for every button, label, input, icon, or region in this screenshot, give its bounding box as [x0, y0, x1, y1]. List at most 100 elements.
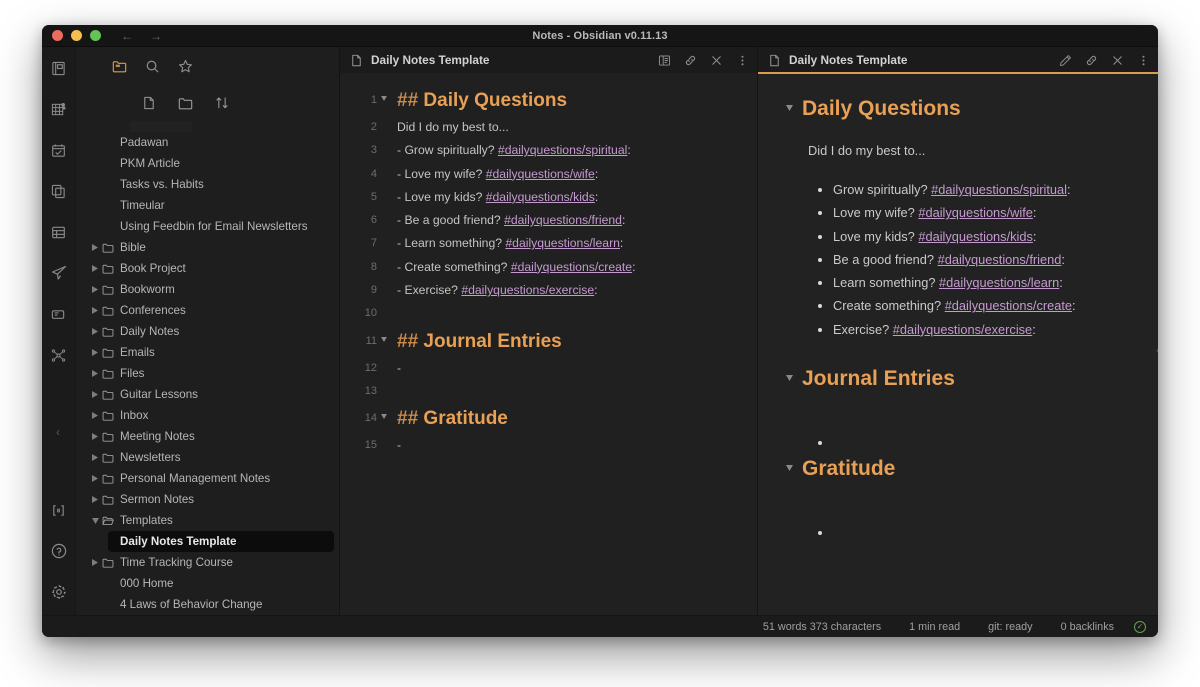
folder-icon[interactable] [112, 59, 127, 74]
heading-collapse-icon[interactable] [786, 105, 802, 113]
tree-file-timeular[interactable]: Timeular [76, 195, 339, 216]
editor-line[interactable]: 3 - Grow spiritually? #dailyquestions/spi… [340, 139, 757, 162]
file-tree[interactable]: Padawan PKM Article Tasks vs. Habits Timeul… [76, 117, 339, 615]
inline-tag[interactable]: #dailyquestions/spiritual [931, 182, 1067, 197]
editor-line[interactable]: 5 - Love my kids? #dailyquestions/kids: [340, 186, 757, 209]
editor-line[interactable]: 10 [340, 302, 757, 325]
minimize-window-button[interactable] [71, 30, 82, 41]
folder-twisty-icon[interactable] [88, 433, 102, 440]
inline-tag[interactable]: #dailyquestions/wife [918, 205, 1033, 220]
tree-folder-personal-management-notes[interactable]: Personal Management Notes [76, 468, 339, 489]
editor-line[interactable]: 15 - [340, 434, 757, 457]
tree-folder-bible[interactable]: Bible [76, 237, 339, 258]
tree-file-4-laws-of-behavior-change[interactable]: 4 Laws of Behavior Change [76, 594, 339, 615]
tree-file-000-home[interactable]: 000 Home [76, 573, 339, 594]
editor-content[interactable]: 1 ## Daily Questions 2 Did I do my best to.… [340, 73, 757, 615]
back-arrow-icon[interactable]: ← [121, 30, 133, 42]
backlink-count[interactable]: 0 backlinks [1047, 621, 1128, 633]
search-icon[interactable] [145, 59, 160, 74]
tree-folder-daily-notes[interactable]: Daily Notes [76, 321, 339, 342]
inline-tag[interactable]: #dailyquestions/kids [918, 229, 1033, 244]
folder-twisty-icon[interactable] [88, 559, 102, 566]
editor-line[interactable]: 11 ## Journal Entries [340, 326, 757, 357]
inline-tag[interactable]: #dailyquestions/learn [505, 236, 620, 250]
new-note-icon[interactable] [142, 96, 156, 110]
folder-twisty-icon[interactable] [88, 391, 102, 398]
tree-file-padawan[interactable]: Padawan [76, 132, 339, 153]
folder-twisty-icon[interactable] [88, 349, 102, 356]
open-vault-icon[interactable] [48, 57, 70, 79]
heading-collapse-icon[interactable] [786, 465, 802, 473]
folder-twisty-icon[interactable] [88, 244, 102, 251]
tree-file-pkm-article[interactable]: PKM Article [76, 153, 339, 174]
fold-arrow-icon[interactable] [380, 326, 390, 357]
tree-folder-inbox[interactable]: Inbox [76, 405, 339, 426]
link-icon[interactable] [1085, 54, 1098, 67]
close-icon[interactable] [710, 54, 723, 67]
link-icon[interactable] [684, 54, 697, 67]
more-options-icon[interactable] [736, 54, 749, 67]
help-icon[interactable] [48, 540, 70, 562]
tree-folder-sermon-notes[interactable]: Sermon Notes [76, 489, 339, 510]
tree-folder-conferences[interactable]: Conferences [76, 300, 339, 321]
tree-folder-time-tracking-course[interactable]: Time Tracking Course [76, 552, 339, 573]
inline-tag[interactable]: #dailyquestions/create [511, 260, 632, 274]
preview-mode-icon[interactable] [658, 54, 671, 67]
more-options-icon[interactable] [1137, 54, 1150, 67]
inline-tag[interactable]: #dailyquestions/exercise [893, 322, 1032, 337]
tree-file-daily-notes-template[interactable]: Daily Notes Template [108, 531, 334, 552]
folder-twisty-icon[interactable] [88, 286, 102, 293]
tree-folder-newsletters[interactable]: Newsletters [76, 447, 339, 468]
graph-view-icon[interactable] [48, 98, 70, 120]
tree-folder-files[interactable]: Files [76, 363, 339, 384]
editor-line[interactable]: 14 ## Gratitude [340, 403, 757, 434]
check-circle-icon[interactable]: ✓ [1134, 620, 1146, 633]
inline-tag[interactable]: #dailyquestions/spiritual [498, 143, 627, 157]
editor-line[interactable]: 2 Did I do my best to... [340, 116, 757, 139]
tree-file-using-feedbin-for-email-newsletters[interactable]: Using Feedbin for Email Newsletters [76, 216, 339, 237]
collapse-right-sidebar-handle[interactable]: ‹ [1150, 335, 1158, 365]
folder-twisty-icon[interactable] [88, 475, 102, 482]
folder-twisty-icon[interactable] [88, 328, 102, 335]
star-icon[interactable] [178, 59, 193, 74]
read-time[interactable]: 1 min read [895, 621, 974, 633]
tree-folder-guitar-lessons[interactable]: Guitar Lessons [76, 384, 339, 405]
tree-folder-meeting-notes[interactable]: Meeting Notes [76, 426, 339, 447]
folder-twisty-icon[interactable] [88, 517, 102, 524]
editor-line[interactable]: 9 - Exercise? #dailyquestions/exercise: [340, 279, 757, 302]
close-icon[interactable] [1111, 54, 1124, 67]
editor-line[interactable]: 4 - Love my wife? #dailyquestions/wife: [340, 163, 757, 186]
inline-tag[interactable]: #dailyquestions/friend [938, 252, 1062, 267]
templates-icon[interactable] [48, 180, 70, 202]
calendar-grid-icon[interactable] [48, 221, 70, 243]
editor-line[interactable]: 8 - Create something? #dailyquestions/cre… [340, 256, 757, 279]
folder-twisty-icon[interactable] [88, 496, 102, 503]
tree-folder-templates[interactable]: Templates [76, 510, 339, 531]
inline-tag[interactable]: #dailyquestions/create [945, 298, 1072, 313]
random-note-icon[interactable] [48, 344, 70, 366]
sort-icon[interactable] [215, 96, 229, 110]
close-window-button[interactable] [52, 30, 63, 41]
heading-collapse-icon[interactable] [786, 375, 802, 383]
publish-icon[interactable] [48, 262, 70, 284]
tree-folder-book-project[interactable]: Book Project [76, 258, 339, 279]
folder-twisty-icon[interactable] [88, 412, 102, 419]
folder-twisty-icon[interactable] [88, 265, 102, 272]
forward-arrow-icon[interactable]: → [150, 30, 162, 42]
tree-folder-emails[interactable]: Emails [76, 342, 339, 363]
editor-line[interactable]: 12 - [340, 357, 757, 380]
word-count[interactable]: 51 words 373 characters [749, 621, 895, 633]
edit-pencil-icon[interactable] [1059, 54, 1072, 67]
inline-tag[interactable]: #dailyquestions/exercise [461, 283, 594, 297]
folder-twisty-icon[interactable] [88, 454, 102, 461]
new-folder-icon[interactable] [178, 96, 193, 111]
inline-tag[interactable]: #dailyquestions/friend [504, 213, 622, 227]
tree-file-tasks-vs-habits[interactable]: Tasks vs. Habits [76, 174, 339, 195]
fold-arrow-icon[interactable] [380, 403, 390, 434]
command-palette-icon[interactable] [48, 499, 70, 521]
sliding-panes-icon[interactable] [48, 303, 70, 325]
daily-note-icon[interactable] [48, 139, 70, 161]
inline-tag[interactable]: #dailyquestions/learn [939, 275, 1059, 290]
editor-line[interactable]: 7 - Learn something? #dailyquestions/lear… [340, 232, 757, 255]
preview-content[interactable]: Daily Questions Did I do my best to... Gro… [758, 73, 1158, 615]
